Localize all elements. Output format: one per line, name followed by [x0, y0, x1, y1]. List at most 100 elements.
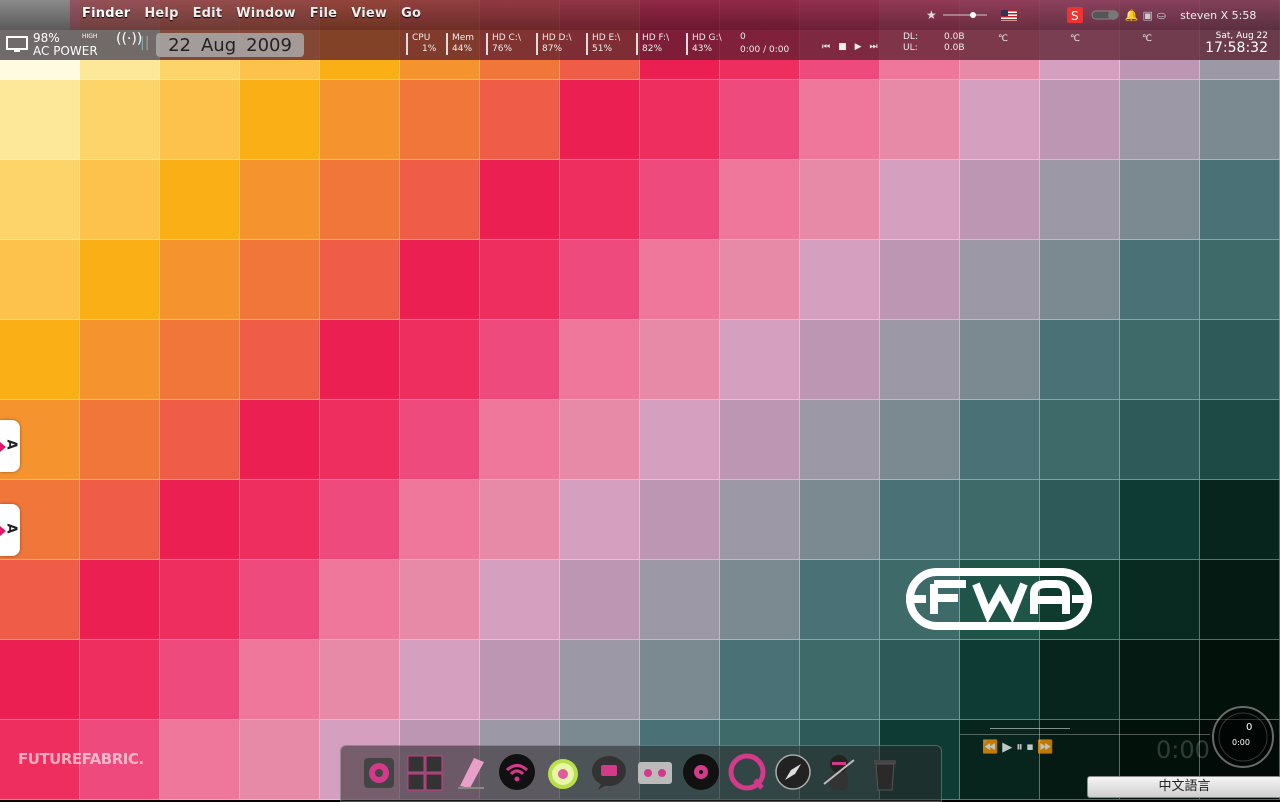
power-source: AC POWER — [33, 44, 98, 58]
rewind-icon[interactable]: ⏪ — [982, 740, 998, 755]
wallpaper-tile — [160, 480, 240, 560]
star-icon[interactable]: ★ — [926, 8, 937, 22]
grid-app-icon[interactable] — [406, 752, 444, 792]
wallpaper-tile — [0, 80, 80, 160]
meter-mem: Mem 44% — [446, 33, 474, 55]
wallpaper-tile — [400, 320, 480, 400]
ichat-icon[interactable] — [590, 752, 628, 792]
fast-forward-icon[interactable]: ⏭ — [870, 42, 878, 52]
battery-percent: 98% — [33, 31, 60, 45]
wallpaper-tile — [720, 640, 800, 720]
ninja-icon[interactable] — [820, 752, 858, 792]
wallpaper-tile — [1200, 160, 1280, 240]
media-progress-bar[interactable] — [990, 728, 1070, 729]
wallpaper-tile — [480, 480, 560, 560]
wallpaper-tile — [960, 640, 1040, 720]
media-time-display: 0:00 — [1156, 736, 1210, 764]
wifi-icon[interactable] — [498, 752, 536, 792]
temp-1: ℃ — [998, 34, 1009, 44]
language-input-bar[interactable]: 中文語言 — [1087, 776, 1280, 798]
date-widget: 22 Aug 2009 — [156, 33, 304, 57]
side-tab-a-1[interactable]: A — [0, 420, 20, 472]
beach-chair-icon[interactable] — [452, 752, 490, 792]
stop-icon[interactable]: ■ — [838, 42, 847, 52]
quicktime-icon[interactable] — [728, 752, 766, 792]
wallpaper-tile — [960, 240, 1040, 320]
wallpaper-tile — [0, 640, 80, 720]
toggle-switch-icon[interactable] — [1091, 9, 1119, 21]
display-icon[interactable]: ▣ — [1142, 9, 1152, 22]
menu-go[interactable]: Go — [401, 6, 421, 21]
temp-2: ℃ — [1070, 34, 1081, 44]
meter-hd-c: HD C:\ 76% — [486, 33, 521, 55]
meter-hd-g: HD G:\ 43% — [686, 33, 722, 55]
wallpaper-tile — [400, 640, 480, 720]
menu-edit[interactable]: Edit — [193, 6, 223, 21]
menu-window[interactable]: Window — [236, 6, 296, 21]
vinyl-record-icon[interactable] — [682, 752, 720, 792]
wallpaper-tile — [720, 80, 800, 160]
wallpaper-tile — [0, 560, 80, 640]
play-icon[interactable]: ▶ — [1002, 740, 1012, 755]
bell-icon[interactable]: 🔔 — [1125, 9, 1139, 22]
volume-slider[interactable] — [942, 10, 987, 20]
meter-value: 44% — [452, 44, 473, 54]
wallpaper-tile — [800, 240, 880, 320]
rewind-icon[interactable]: ⏮ — [822, 42, 830, 52]
date-day: 22 — [168, 34, 191, 56]
cd-burner-icon[interactable] — [360, 752, 398, 792]
cassette-icon[interactable] — [636, 752, 674, 792]
menu-help[interactable]: Help — [144, 6, 178, 21]
wallpaper-tile — [0, 240, 80, 320]
lime-icon[interactable] — [544, 752, 582, 792]
upload-value: 0.0B — [944, 43, 965, 53]
wallpaper-tile — [480, 240, 560, 320]
meter-value: 87% — [542, 44, 563, 54]
user-clock-label[interactable]: steven X 5:58 — [1180, 9, 1256, 22]
basket-icon[interactable]: ⛀ — [1157, 9, 1166, 22]
wallpaper-tile — [720, 480, 800, 560]
wallpaper-tile — [400, 80, 480, 160]
safari-compass-icon[interactable] — [774, 752, 812, 792]
wallpaper-tile — [720, 400, 800, 480]
menu-finder[interactable]: Finder — [82, 6, 130, 21]
wallpaper-tile — [400, 240, 480, 320]
play-icon[interactable]: ▶ — [855, 42, 862, 52]
wallpaper-tile — [800, 560, 880, 640]
meter-label: Mem — [452, 33, 475, 43]
stop-icon[interactable]: ⏹ — [1027, 740, 1034, 755]
media-count: 0 — [740, 32, 746, 42]
wallpaper-tile — [160, 80, 240, 160]
menu-file[interactable]: File — [310, 6, 337, 21]
us-flag-icon[interactable] — [1000, 9, 1017, 21]
meter-hd-e: HD E:\ 51% — [586, 33, 620, 55]
wallpaper-tile — [560, 400, 640, 480]
wallpaper-tile — [1040, 80, 1120, 160]
trash-icon[interactable] — [866, 752, 904, 792]
clock-time: 17:58:32 — [1205, 40, 1268, 56]
s-app-icon[interactable]: S — [1066, 7, 1083, 23]
wallpaper-tile — [1040, 240, 1120, 320]
wallpaper-tile — [880, 480, 960, 560]
wallpaper-tile — [1120, 80, 1200, 160]
language-label: 中文語言 — [1158, 779, 1211, 794]
media-dial[interactable] — [1210, 704, 1276, 770]
wallpaper-tile — [400, 480, 480, 560]
meter-value: 82% — [642, 44, 663, 54]
apple-menu-area[interactable] — [0, 0, 70, 30]
upload-label: UL: — [903, 43, 918, 53]
wallpaper-tile — [160, 720, 240, 800]
wallpaper-tile — [880, 80, 960, 160]
wallpaper-tile — [240, 160, 320, 240]
temp-3: ℃ — [1142, 34, 1153, 44]
wallpaper-tile — [320, 400, 400, 480]
wallpaper-tile — [1040, 400, 1120, 480]
date-month: Aug — [200, 34, 237, 56]
menu-view[interactable]: View — [351, 6, 387, 21]
side-tab-a-2[interactable]: A — [0, 504, 20, 556]
pause-icon[interactable]: ⏸ — [1016, 740, 1023, 755]
fast-forward-icon[interactable]: ⏩ — [1037, 740, 1053, 755]
wallpaper-tile — [640, 240, 720, 320]
menu-items: Finder Help Edit Window File View Go — [82, 6, 421, 21]
wallpaper-tile — [0, 160, 80, 240]
